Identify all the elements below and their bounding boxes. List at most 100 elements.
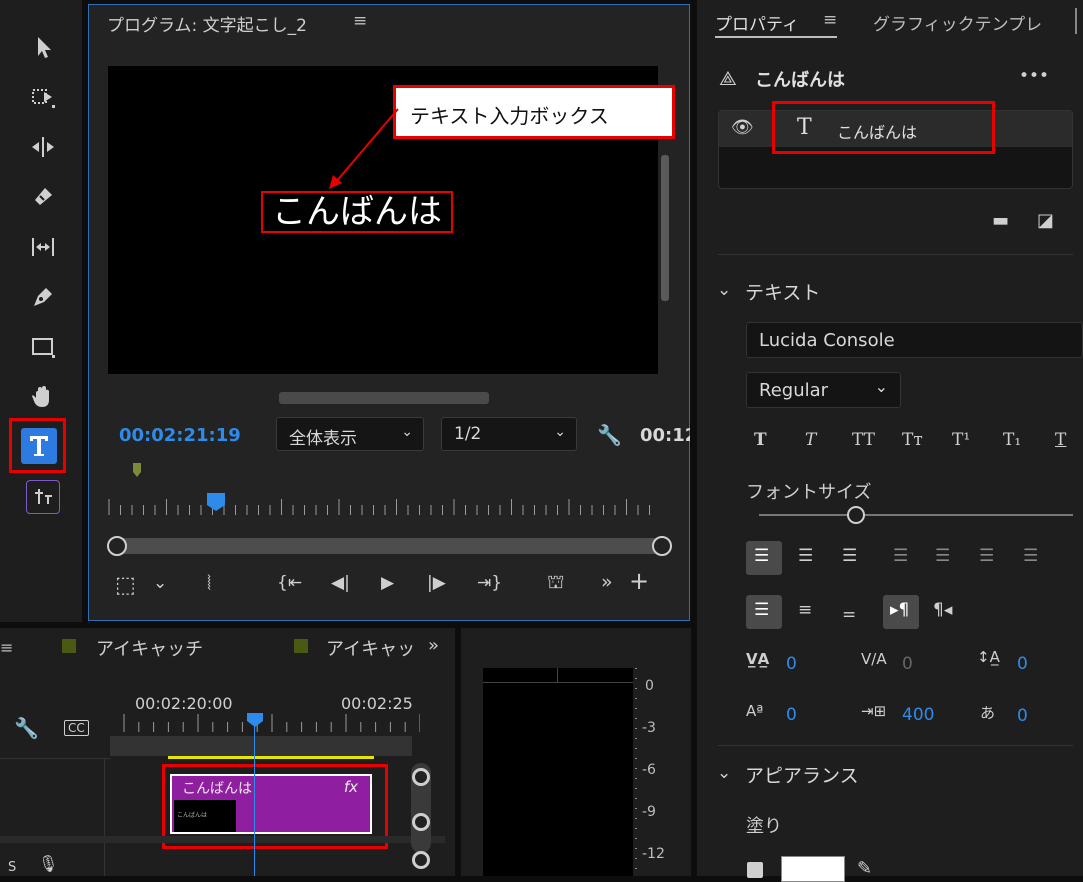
horizontal-scrollbar[interactable]: [279, 392, 489, 404]
align-center-icon[interactable]: ☰: [798, 546, 813, 566]
playhead-timecode[interactable]: 00:02:21:19: [119, 425, 241, 446]
meter-channel-divider: [557, 668, 558, 682]
clip-name: こんばんは: [182, 781, 252, 797]
zoom-select[interactable]: 全体表示 ⌄: [276, 417, 424, 451]
go-to-in-icon[interactable]: {⇤: [277, 573, 302, 593]
justify-all-icon[interactable]: ☰: [1023, 546, 1038, 566]
step-back-icon[interactable]: ◀|: [331, 573, 350, 593]
track-select-tool-icon[interactable]: [26, 80, 60, 114]
chevron-down-icon[interactable]: ⌄: [717, 280, 731, 300]
wrench-icon[interactable]: 🔧: [597, 423, 622, 447]
font-style-select[interactable]: Regular ⌄: [746, 372, 901, 408]
justify-left-icon[interactable]: ☰: [893, 546, 908, 566]
hand-tool-icon[interactable]: [26, 380, 60, 414]
rtl-text-icon[interactable]: ¶◂: [933, 600, 952, 620]
panel-menu-icon[interactable]: ≡: [353, 11, 367, 31]
sequence-tab-2[interactable]: アイキャッ: [326, 635, 422, 661]
step-forward-icon[interactable]: |▶: [427, 573, 446, 593]
go-to-out-icon[interactable]: ⇥}: [477, 573, 502, 593]
scroll-handle-bottom[interactable]: [412, 813, 430, 831]
track-separator: [0, 836, 445, 843]
align-middle-icon[interactable]: ≡: [798, 600, 812, 620]
callout-label: テキスト入力ボックス: [393, 85, 675, 139]
duration-timecode: 00:12: [640, 425, 690, 446]
appearance-section-title[interactable]: アピアランス: [745, 761, 859, 788]
chevron-down-icon[interactable]: ⌄: [153, 573, 167, 593]
align-left-icon: ☰: [754, 546, 770, 566]
program-monitor-title[interactable]: プログラム: 文字起こし_2: [107, 11, 307, 36]
tab-properties[interactable]: プロパティ: [715, 10, 799, 35]
more-controls-icon[interactable]: »: [601, 571, 613, 593]
microphone-icon[interactable]: 🎙: [38, 854, 58, 873]
new-layer-icon[interactable]: ◪: [1037, 210, 1054, 231]
font-size-slider-handle[interactable]: [847, 506, 865, 524]
timeline-ruler[interactable]: [110, 710, 420, 736]
tracking-vertical-value[interactable]: 0: [902, 654, 913, 674]
play-icon[interactable]: ▶: [381, 573, 394, 593]
add-button-icon[interactable]: +: [629, 567, 649, 595]
sequence-tab-1[interactable]: アイキャッチ: [96, 635, 203, 661]
safe-margins-icon[interactable]: ⬚: [115, 573, 136, 598]
all-caps-icon[interactable]: TT: [852, 430, 875, 450]
type-tool-icon[interactable]: [21, 428, 57, 464]
panel-menu-icon[interactable]: ≡: [823, 10, 837, 30]
mark-in-icon[interactable]: ⦚: [207, 571, 211, 595]
export-frame-icon[interactable]: ⛫: [547, 571, 564, 596]
captions-icon[interactable]: CC: [64, 720, 89, 736]
fx-badge[interactable]: fx: [344, 778, 358, 796]
zoom-scroll-bar[interactable]: [109, 538, 669, 554]
panel-menu-icon[interactable]: ≡: [0, 638, 13, 657]
ripple-edit-tool-icon[interactable]: [26, 130, 60, 164]
faux-italic-icon[interactable]: T: [805, 430, 816, 450]
superscript-icon[interactable]: T¹: [952, 430, 970, 450]
kerning-value[interactable]: 0: [786, 654, 797, 674]
vertical-scrollbar[interactable]: [661, 155, 669, 301]
justify-right-icon[interactable]: ☰: [979, 546, 994, 566]
underline-icon[interactable]: T: [1055, 430, 1066, 450]
program-monitor-panel: プログラム: 文字起こし_2 ≡ テキスト入力ボックス こんばんは 00:02:…: [88, 4, 690, 621]
mini-time-ruler[interactable]: [103, 461, 677, 521]
zoom-handle-right[interactable]: [652, 536, 672, 556]
align-right-icon[interactable]: ☰: [842, 546, 857, 566]
slip-tool-icon[interactable]: [26, 230, 60, 264]
work-area-bar[interactable]: [110, 736, 412, 756]
graphic-clip[interactable]: こんばんは fx こんばんは: [170, 774, 372, 834]
eye-icon[interactable]: 👁: [731, 117, 754, 138]
more-tabs-icon[interactable]: »: [428, 635, 439, 656]
playhead-handle[interactable]: [246, 712, 264, 728]
font-family-field[interactable]: Lucida Console: [746, 322, 1083, 358]
solo-label[interactable]: S: [8, 860, 16, 875]
rectangle-tool-icon[interactable]: [26, 330, 60, 364]
baseline-value[interactable]: 0: [786, 705, 797, 725]
faux-bold-icon[interactable]: T: [754, 430, 767, 450]
zoom-value: 全体表示: [289, 429, 357, 449]
tsume-icon: あ: [980, 704, 996, 722]
selection-tool-icon[interactable]: [26, 30, 60, 64]
tracking-value[interactable]: 400: [902, 705, 934, 725]
canvas-text-box[interactable]: こんばんは: [261, 191, 453, 233]
folder-icon[interactable]: ▬: [992, 210, 1009, 231]
wrench-icon[interactable]: 🔧: [14, 716, 39, 740]
vertical-type-tool-icon[interactable]: [26, 480, 60, 514]
small-caps-icon[interactable]: Tт: [902, 430, 923, 450]
fill-color-swatch[interactable]: [781, 856, 845, 882]
chevron-down-icon[interactable]: ⌄: [717, 763, 731, 783]
tab-divider: [1075, 8, 1077, 34]
text-section-title[interactable]: テキスト: [745, 278, 820, 305]
font-size-slider-track[interactable]: [759, 514, 1073, 516]
razor-tool-icon[interactable]: [26, 180, 60, 214]
zoom-handle-left[interactable]: [107, 536, 127, 556]
tab-graphic-templates[interactable]: グラフィックテンプレ: [873, 10, 1063, 35]
tsume-value[interactable]: 0: [1017, 706, 1028, 726]
scroll-handle-audio[interactable]: [412, 851, 430, 869]
scroll-handle-top[interactable]: [412, 768, 430, 786]
resolution-select[interactable]: 1/2 ⌄: [441, 417, 577, 451]
pen-tool-icon[interactable]: [26, 280, 60, 314]
font-style-value: Regular: [759, 380, 829, 401]
align-bottom-icon[interactable]: =: [842, 605, 856, 625]
subscript-icon[interactable]: T₁: [1003, 430, 1021, 450]
meter-label: 0: [645, 678, 654, 694]
more-options-icon[interactable]: •••: [1019, 66, 1049, 86]
leading-value[interactable]: 0: [1017, 654, 1028, 674]
justify-center-icon[interactable]: ☰: [935, 546, 950, 566]
